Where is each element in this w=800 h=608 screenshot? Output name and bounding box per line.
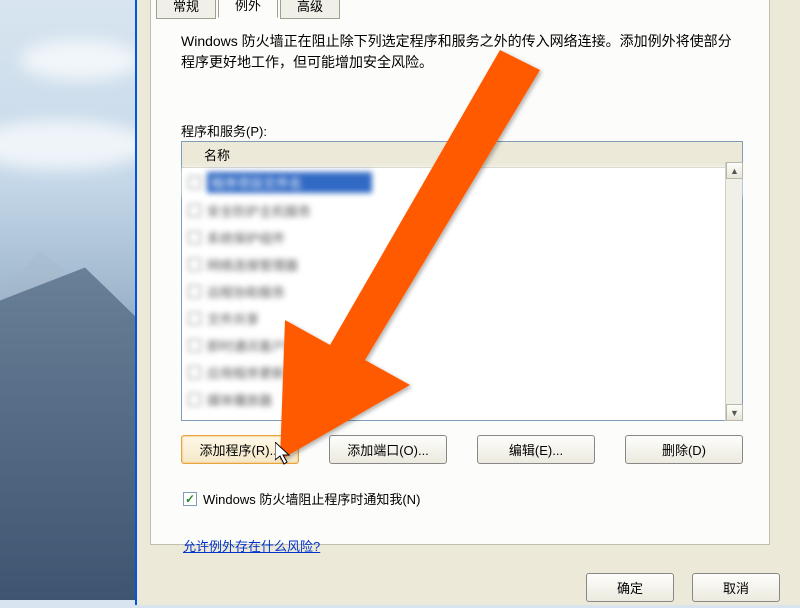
list-item[interactable]: 文件共享: [182, 305, 742, 332]
description-text: Windows 防火墙正在阻止除下列选定程序和服务之外的传入网络连接。添加例外将…: [181, 31, 741, 73]
list-item[interactable]: 系统保护组件: [182, 224, 742, 251]
ok-button[interactable]: 确定: [586, 573, 674, 602]
list-label: 程序和服务(P):: [181, 121, 267, 140]
tab-strip: 常规 例外 高级: [156, 0, 342, 18]
list-body: 程序项目文件名 安全防护主机服务 系统保护组件 网络连接管理器 远程协助服务 文…: [182, 168, 742, 420]
list-item[interactable]: 即时通讯客户端: [182, 332, 742, 359]
edit-button[interactable]: 编辑(E)...: [477, 435, 595, 464]
notify-checkbox[interactable]: ✓: [183, 492, 197, 506]
add-port-button[interactable]: 添加端口(O)...: [329, 435, 447, 464]
tab-exceptions[interactable]: 例外: [218, 0, 278, 18]
list-item[interactable]: 媒体播放器: [182, 386, 742, 413]
scroll-up-button[interactable]: ▲: [726, 162, 743, 179]
scroll-down-button[interactable]: ▼: [726, 404, 743, 421]
programs-listbox[interactable]: 名称 程序项目文件名 安全防护主机服务 系统保护组件 网络连接管理器 远程协助服…: [181, 141, 743, 421]
firewall-dialog: 常规 例外 高级 Windows 防火墙正在阻止除下列选定程序和服务之外的传入网…: [135, 0, 800, 605]
list-item[interactable]: 远程桌面: [182, 413, 742, 420]
add-program-button[interactable]: 添加程序(R)...: [181, 435, 299, 464]
cancel-button[interactable]: 取消: [692, 573, 780, 602]
list-column-name[interactable]: 名称: [182, 142, 742, 168]
notify-checkbox-label: Windows 防火墙阻止程序时通知我(N): [203, 489, 420, 508]
scrollbar[interactable]: ▲ ▼: [725, 162, 742, 421]
list-item[interactable]: 应用程序更新: [182, 359, 742, 386]
tab-advanced[interactable]: 高级: [280, 0, 340, 19]
action-buttons: 添加程序(R)... 添加端口(O)... 编辑(E)... 删除(D): [181, 435, 743, 464]
list-item[interactable]: 安全防护主机服务: [182, 197, 742, 224]
delete-button[interactable]: 删除(D): [625, 435, 743, 464]
notify-checkbox-row[interactable]: ✓ Windows 防火墙阻止程序时通知我(N): [183, 489, 420, 508]
dialog-footer: 确定 取消: [566, 558, 800, 608]
list-item[interactable]: 程序项目文件名: [182, 168, 742, 197]
tab-general[interactable]: 常规: [156, 0, 216, 19]
tab-panel: 常规 例外 高级 Windows 防火墙正在阻止除下列选定程序和服务之外的传入网…: [150, 0, 770, 545]
list-item[interactable]: 远程协助服务: [182, 278, 742, 305]
list-item[interactable]: 网络连接管理器: [182, 251, 742, 278]
risk-link[interactable]: 允许例外存在什么风险?: [183, 536, 320, 555]
